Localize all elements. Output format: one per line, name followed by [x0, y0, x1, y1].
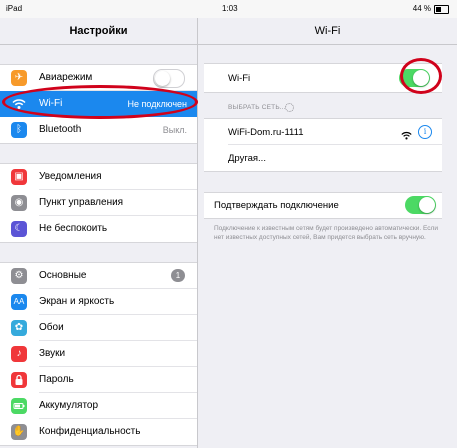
device-name: iPad — [6, 4, 23, 13]
sound-icon: ♪ — [11, 346, 27, 362]
sidebar-item-label: Аккумулятор — [39, 400, 99, 411]
bluetooth-icon: ᛒ — [11, 122, 27, 138]
gear-icon: ⚙ — [11, 268, 27, 284]
battery-icon — [434, 5, 449, 14]
highlight-wifi-sidebar — [2, 85, 198, 119]
sidebar-item-notifications[interactable]: ▣ Уведомления — [0, 164, 197, 190]
network-list: WiFi-Dom.ru-1111 i Другая... — [204, 118, 442, 172]
sidebar-item-label: Не беспокоить — [39, 223, 108, 234]
sidebar-item-label: Экран и яркость — [39, 296, 115, 307]
display-icon: AA — [11, 294, 27, 310]
sidebar-item-label: Пункт управления — [39, 197, 124, 208]
sidebar-item-passcode[interactable]: Пароль — [0, 367, 197, 393]
bluetooth-status-value: Выкл. — [162, 125, 187, 135]
battery-icon — [11, 398, 27, 414]
sidebar-item-label: Уведомления — [39, 171, 102, 182]
nav-divider — [198, 44, 457, 45]
lock-icon — [11, 372, 27, 388]
wifi-toggle-label: Wi-Fi — [228, 73, 251, 84]
sidebar-item-control-center[interactable]: ◉ Пункт управления — [0, 190, 197, 216]
ask-to-join-row: Подтверждать подключение — [204, 193, 442, 218]
sidebar-item-sounds[interactable]: ♪ Звуки — [0, 341, 197, 367]
sidebar-item-bluetooth[interactable]: ᛒ Bluetooth Выкл. — [0, 117, 197, 143]
ipad-screen: iPad 1:03 44 % Настройки ✈ Авиарежим Wi-… — [0, 0, 457, 448]
sidebar-item-label: Конфиденциальность — [39, 426, 141, 437]
clock: 1:03 — [222, 4, 238, 13]
info-icon[interactable]: i — [418, 125, 432, 139]
sidebar-item-general[interactable]: ⚙ Основные 1 — [0, 263, 197, 289]
other-network-row[interactable]: Другая... — [204, 145, 442, 171]
airplane-toggle[interactable] — [153, 69, 185, 88]
sidebar-item-display[interactable]: AA Экран и яркость — [0, 289, 197, 315]
sidebar-item-label: Пароль — [39, 374, 74, 385]
sidebar-item-label: Bluetooth — [39, 124, 82, 135]
ask-to-join-footnote: Подключение к известным сетям будет прои… — [214, 225, 438, 241]
status-bar: iPad 1:03 44 % — [0, 0, 457, 18]
ask-to-join-label: Подтверждать подключение — [214, 200, 339, 211]
moon-icon: ☾ — [11, 221, 27, 237]
ask-to-join-group: Подтверждать подключение — [204, 192, 442, 219]
network-name: WiFi-Dom.ru-1111 — [228, 127, 304, 138]
sidebar-item-label: Авиарежим — [39, 72, 93, 83]
sidebar-item-label: Звуки — [39, 348, 66, 359]
nav-divider — [0, 44, 197, 45]
sidebar-item-battery[interactable]: Аккумулятор — [0, 393, 197, 419]
highlight-wifi-toggle — [400, 58, 442, 94]
settings-sidebar: Настройки ✈ Авиарежим Wi-Fi Не подключен… — [0, 18, 198, 448]
wallpaper-icon: ✿ — [11, 320, 27, 336]
page-title: Wi-Fi — [314, 25, 341, 37]
battery-percent: 44 % — [412, 4, 431, 13]
other-network-label: Другая... — [228, 153, 266, 164]
notifications-icon: ▣ — [11, 169, 27, 185]
settings-group-notifications: ▣ Уведомления ◉ Пункт управления ☾ Не бе… — [0, 163, 197, 243]
choose-network-header: ВЫБРАТЬ СЕТЬ... — [228, 104, 286, 111]
settings-group-general: ⚙ Основные 1 AA Экран и яркость ✿ Обои ♪… — [0, 262, 197, 446]
sidebar-item-label: Основные — [39, 270, 87, 281]
loading-spinner-icon — [285, 103, 294, 112]
sidebar-item-do-not-disturb[interactable]: ☾ Не беспокоить — [0, 216, 197, 242]
hand-icon: ✋ — [11, 424, 27, 440]
sidebar-item-label: Обои — [39, 322, 64, 333]
sidebar-item-privacy[interactable]: ✋ Конфиденциальность — [0, 419, 197, 445]
wifi-signal-icon — [401, 127, 412, 145]
update-badge: 1 — [171, 269, 185, 282]
ask-to-join-toggle[interactable] — [405, 196, 436, 214]
control-center-icon: ◉ — [11, 195, 27, 211]
airplane-icon: ✈ — [11, 70, 27, 86]
sidebar-item-wallpaper[interactable]: ✿ Обои — [0, 315, 197, 341]
network-row[interactable]: WiFi-Dom.ru-1111 i — [204, 119, 442, 145]
settings-title: Настройки — [69, 25, 128, 37]
